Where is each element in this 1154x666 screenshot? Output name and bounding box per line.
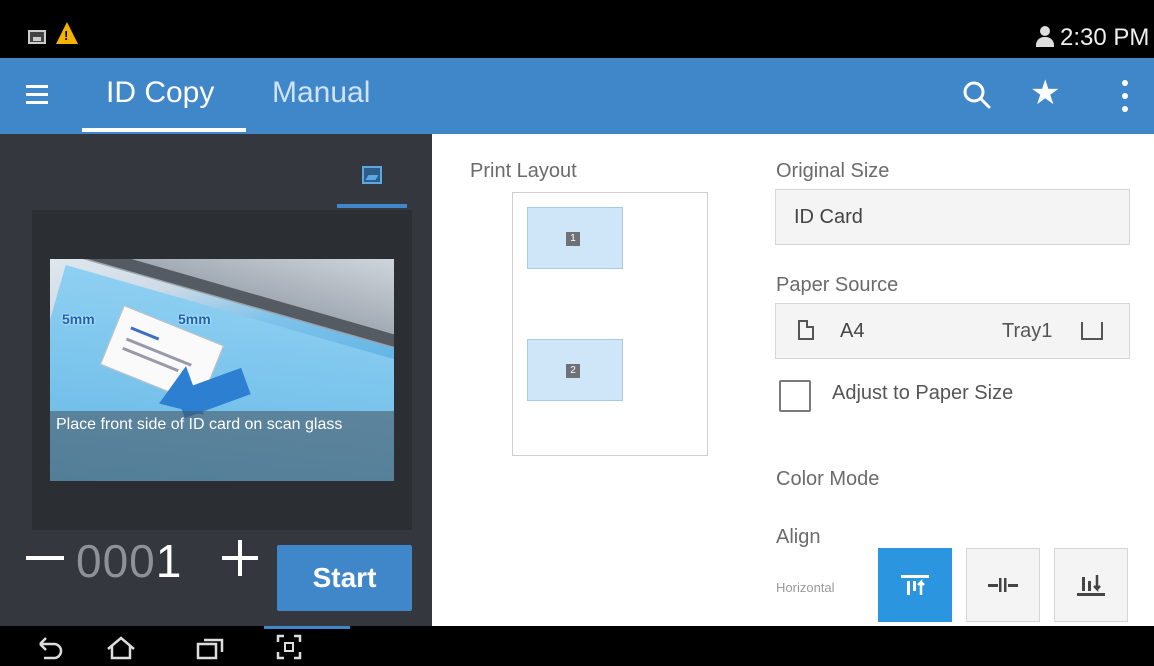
preview-frame: 5mm 5mm Place front side of ID card on s…: [32, 210, 412, 530]
app-screen: ! 2:30 PM ID Copy Manual ★ 5mm 5mm Place…: [0, 0, 1154, 666]
align-top-button[interactable]: [878, 548, 952, 622]
settings-panel: Print Layout 1 2 Original Size ID Card P…: [432, 134, 1154, 626]
align-top-icon: [901, 575, 929, 595]
slot-number: 1: [566, 232, 580, 246]
margin-label-left: 5mm: [62, 311, 95, 327]
original-size-label: Original Size: [776, 160, 890, 182]
more-vertical-icon[interactable]: [1120, 80, 1130, 114]
home-icon[interactable]: [106, 636, 136, 660]
align-label: Align: [776, 526, 821, 548]
layout-slot-2: 2: [527, 339, 623, 401]
adjust-to-paper-checkbox[interactable]: [779, 380, 811, 412]
app-bar: ID Copy Manual ★: [0, 58, 1154, 134]
active-tab-indicator: [82, 128, 246, 132]
align-bottom-button[interactable]: [1054, 548, 1128, 622]
tab-id-copy[interactable]: ID Copy: [106, 76, 214, 110]
preview-toggle-button[interactable]: [337, 148, 407, 208]
increment-button[interactable]: [222, 540, 258, 576]
navigation-bar: [0, 626, 1154, 666]
paper-source-field[interactable]: A4 Tray1: [775, 303, 1130, 359]
preview-caption: Place front side of ID card on scan glas…: [56, 416, 343, 433]
align-orientation-label: Horizontal: [776, 580, 835, 595]
tray-icon: [1081, 322, 1103, 340]
status-time: 2:30 PM: [1060, 24, 1150, 51]
copy-count-leading: 000: [76, 535, 156, 587]
original-size-field[interactable]: ID Card: [775, 189, 1130, 245]
picture-icon: [362, 166, 382, 184]
warning-mark: !: [64, 28, 69, 43]
menu-icon[interactable]: [26, 83, 48, 105]
color-mode-label[interactable]: Color Mode: [776, 468, 879, 491]
margin-label-right: 5mm: [178, 311, 211, 327]
tray-value: Tray1: [1002, 320, 1053, 342]
image-icon: [28, 30, 46, 44]
screen-capture-icon[interactable]: [276, 634, 302, 660]
back-icon[interactable]: [36, 636, 64, 660]
align-bottom-icon: [1077, 575, 1105, 596]
align-center-button[interactable]: [966, 548, 1040, 622]
search-icon[interactable]: [962, 80, 992, 110]
document-icon: [798, 320, 814, 340]
decrement-button[interactable]: [26, 556, 64, 560]
align-center-icon: [988, 578, 1018, 592]
recent-apps-icon[interactable]: [196, 636, 224, 660]
tab-manual[interactable]: Manual: [272, 76, 370, 110]
start-button[interactable]: Start: [277, 545, 412, 611]
copy-count[interactable]: 0001: [76, 534, 182, 588]
print-layout-label: Print Layout: [470, 160, 577, 182]
print-layout-preview[interactable]: 1 2: [512, 192, 708, 456]
star-icon[interactable]: ★: [1030, 76, 1060, 110]
active-nav-indicator: [264, 626, 350, 629]
scan-guide-image: 5mm 5mm Place front side of ID card on s…: [50, 259, 394, 481]
paper-source-label: Paper Source: [776, 274, 899, 296]
status-bar: ! 2:30 PM: [0, 0, 1154, 58]
slot-number: 2: [566, 364, 580, 378]
paper-size-value: A4: [840, 320, 865, 342]
user-icon: [1035, 26, 1055, 48]
original-size-value: ID Card: [794, 206, 863, 228]
adjust-to-paper-label: Adjust to Paper Size: [832, 382, 1014, 404]
layout-slot-1: 1: [527, 207, 623, 269]
copy-count-last: 1: [155, 535, 183, 587]
